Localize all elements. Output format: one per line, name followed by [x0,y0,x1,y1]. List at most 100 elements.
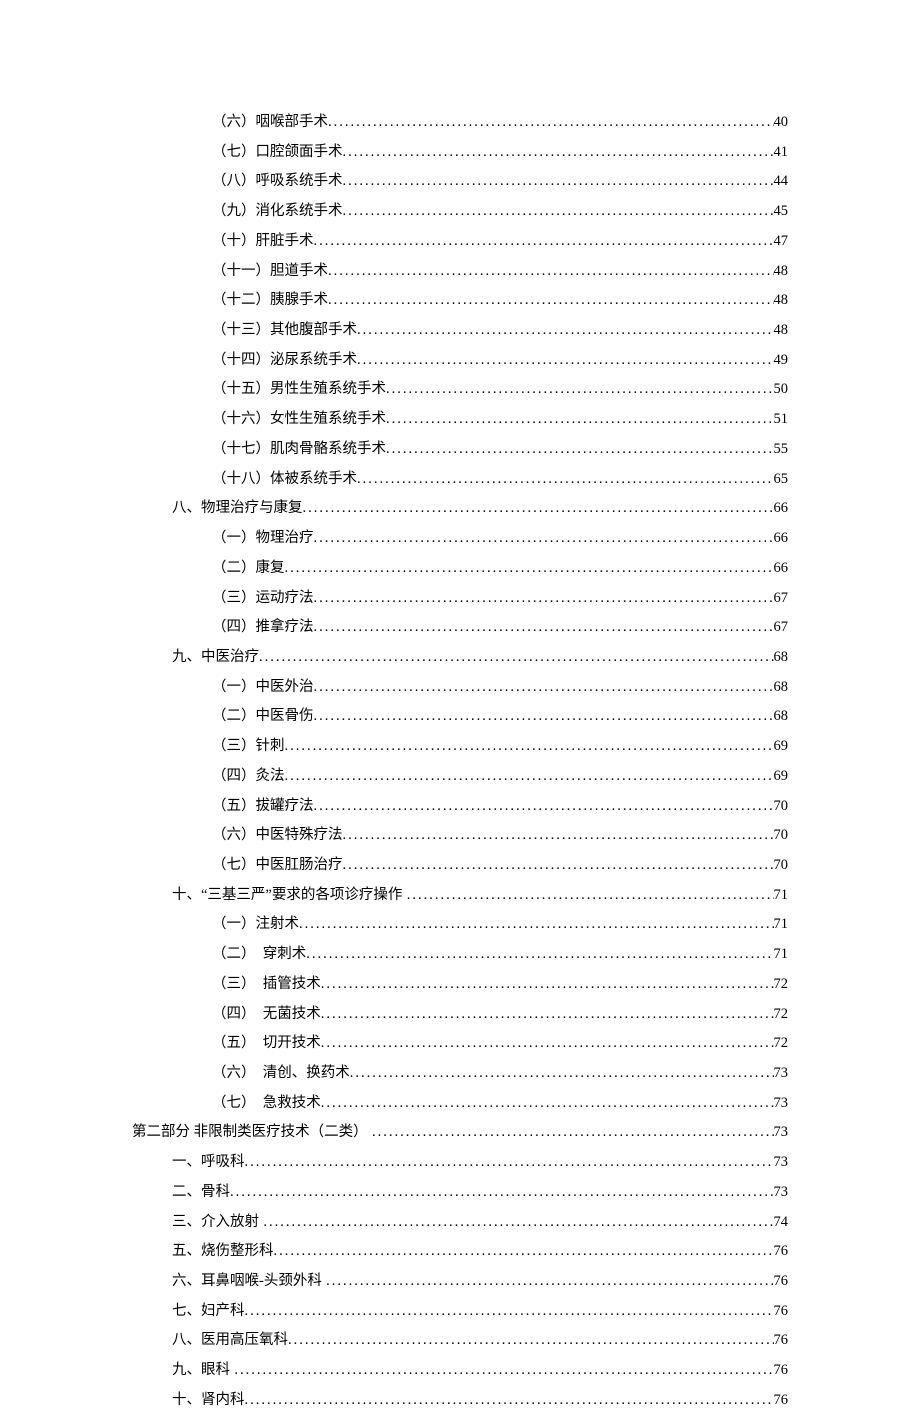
toc-dots [328,286,774,316]
toc-label: （六） 清创、换药术 [212,1059,350,1089]
toc-entry: 二、骨科73 [132,1178,788,1208]
toc-label: 第二部分 非限制类医疗技术（二类） [132,1118,368,1148]
toc-page-number: 70 [774,851,789,881]
toc-label: （十三）其他腹部手术 [212,316,357,346]
toc-entry: （四）推拿疗法67 [132,613,788,643]
toc-label: 八、医用高压氧科 [172,1326,288,1356]
toc-page-number: 73 [774,1178,789,1208]
toc-entry: 一、呼吸科73 [132,1148,788,1178]
toc-page-number: 71 [774,881,789,911]
toc-dots [386,405,774,435]
toc-page-number: 41 [774,138,789,168]
toc-page-number: 76 [774,1267,789,1297]
toc-entry: （十四）泌尿系统手术49 [132,346,788,376]
toc-dots [306,940,773,970]
toc-entry: （四）灸法 69 [132,762,788,792]
toc-entry: 三、介入放射74 [132,1208,788,1238]
toc-dots [321,1000,774,1030]
toc-page-number: 72 [774,1029,789,1059]
toc-label: （六）咽喉部手术 [212,108,328,138]
toc-label: （九）消化系统手术 [212,197,343,227]
toc-label: （五） 切开技术 [212,1029,321,1059]
toc-page-number: 70 [774,792,789,822]
toc-label: 九、中医治疗 [172,643,259,673]
toc-dots [288,1326,774,1356]
toc-entry: （三）针刺 69 [132,732,788,762]
toc-dots [343,851,774,881]
toc-entry: 九、眼科76 [132,1356,788,1386]
toc-label: （八）呼吸系统手术 [212,167,343,197]
toc-entry: 七、妇产科76 [132,1297,788,1327]
toc-page-number: 40 [774,108,789,138]
toc-label: （十八）体被系统手术 [212,465,357,495]
toc-dots [343,197,774,227]
toc-page-number: 51 [774,405,789,435]
table-of-contents: （六）咽喉部手术40（七）口腔颌面手术41（八）呼吸系统手术44（九）消化系统手… [132,108,788,1416]
toc-entry: 五、烧伤整形科76 [132,1237,788,1267]
toc-entry: （三）运动疗法67 [132,584,788,614]
toc-label: （六）中医特殊疗法 [212,821,343,851]
toc-entry: （七）中医肛肠治疗70 [132,851,788,881]
toc-label: （十）肝脏手术 [212,227,314,257]
toc-page-number: 68 [774,643,789,673]
toc-label: （十七）肌肉骨骼系统手术 [212,435,386,465]
toc-label: 三、介入放射 [172,1208,259,1238]
toc-entry: （十五）男性生殖系统手术50 [132,375,788,405]
toc-entry: （六）中医特殊疗法70 [132,821,788,851]
toc-dots [285,762,774,792]
toc-page-number: 73 [774,1089,789,1119]
toc-label: （四）灸法 [212,762,285,792]
toc-dots [328,108,774,138]
toc-page-number: 76 [774,1386,789,1416]
toc-dots [314,524,774,554]
toc-page-number: 76 [774,1356,789,1386]
toc-entry: （十一）胆道手术48 [132,257,788,287]
toc-entry: （五）拔罐疗法70 [132,792,788,822]
toc-entry: （七）口腔颌面手术41 [132,138,788,168]
toc-dots [314,673,774,703]
toc-page-number: 48 [774,316,789,346]
toc-entry: （十六）女性生殖系统手术51 [132,405,788,435]
toc-entry: 十、肾内科 76 [132,1386,788,1416]
toc-label: （四） 无菌技术 [212,1000,321,1030]
toc-page-number: 73 [774,1059,789,1089]
toc-page-number: 55 [774,435,789,465]
toc-entry: 八、物理治疗与康复66 [132,494,788,524]
toc-dots [386,435,774,465]
toc-label: 十、肾内科 [172,1386,245,1416]
toc-label: （十五）男性生殖系统手术 [212,375,386,405]
toc-label: （一）物理治疗 [212,524,314,554]
toc-dots [357,316,774,346]
toc-page-number: 71 [774,910,789,940]
toc-entry: 第二部分 非限制类医疗技术（二类）73 [132,1118,788,1148]
toc-dots [274,1237,774,1267]
toc-entry: （十三）其他腹部手术 48 [132,316,788,346]
toc-entry: （一）注射术 71 [132,910,788,940]
toc-label: （一）注射术 [212,910,299,940]
toc-dots [234,1356,773,1386]
toc-page-number: 69 [774,762,789,792]
toc-page-number: 66 [774,554,789,584]
toc-entry: （十七）肌肉骨骼系统手术 55 [132,435,788,465]
toc-label: （十四）泌尿系统手术 [212,346,357,376]
toc-page-number: 69 [774,732,789,762]
toc-dots [321,970,774,1000]
toc-label: 六、耳鼻咽喉-头颈外科 [172,1267,322,1297]
toc-label: （十二）胰腺手术 [212,286,328,316]
toc-label: 五、烧伤整形科 [172,1237,274,1267]
toc-label: （二）中医骨伤 [212,702,314,732]
toc-dots [285,554,774,584]
toc-page-number: 48 [774,286,789,316]
toc-page-number: 67 [774,584,789,614]
toc-label: （三） 插管技术 [212,970,321,1000]
toc-entry: （七） 急救技术73 [132,1089,788,1119]
toc-page-number: 67 [774,613,789,643]
toc-page-number: 66 [774,524,789,554]
toc-label: （三）针刺 [212,732,285,762]
toc-entry: （六） 清创、换药术 73 [132,1059,788,1089]
toc-page-number: 76 [774,1326,789,1356]
toc-entry: （十八）体被系统手术65 [132,465,788,495]
toc-dots [386,375,774,405]
toc-entry: （一）中医外治68 [132,673,788,703]
toc-entry: （六）咽喉部手术 40 [132,108,788,138]
